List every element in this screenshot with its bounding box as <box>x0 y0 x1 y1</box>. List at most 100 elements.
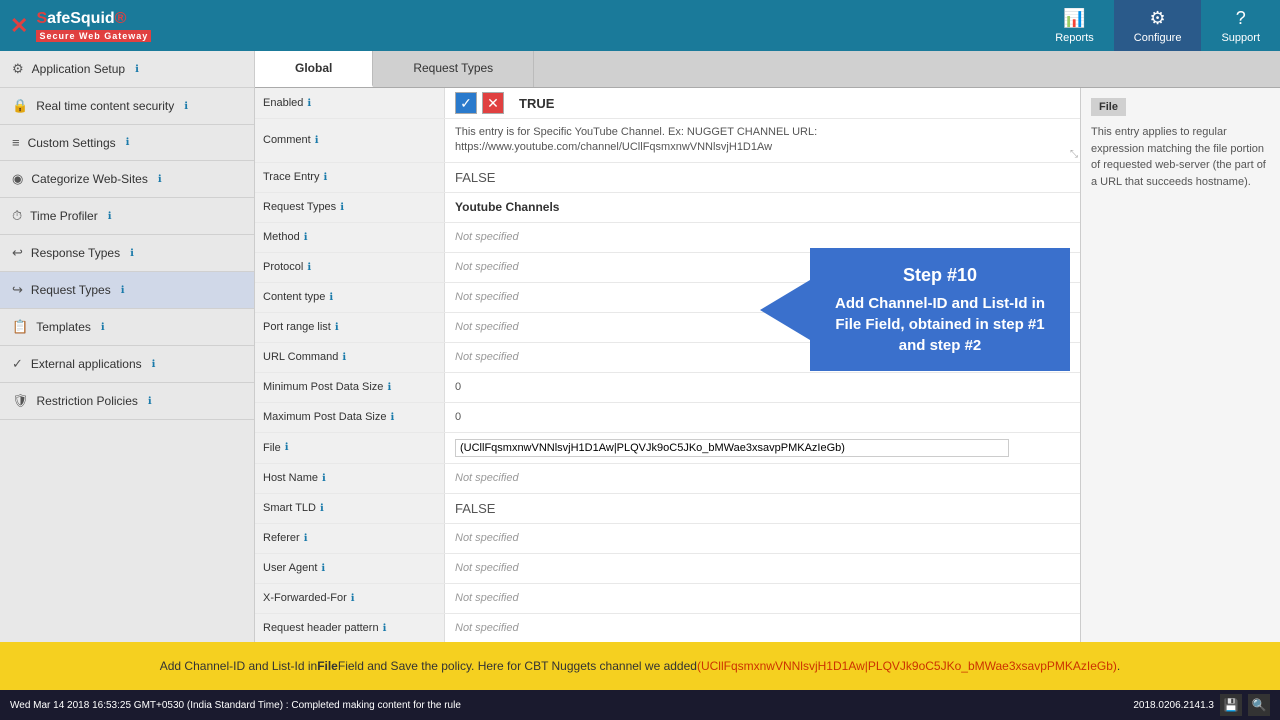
sidebar-item-custom-settings[interactable]: ≡ Custom Settings ℹ <box>0 125 254 161</box>
form-row-trace: Trace Entry ℹ FALSE <box>255 163 1080 193</box>
sidebar-label-external-apps: External applications <box>31 357 142 371</box>
tab-request-types[interactable]: Request Types <box>373 51 534 87</box>
sidebar-item-application-setup[interactable]: ⚙ Application Setup ℹ <box>0 51 254 88</box>
x-forwarded-help-icon: ℹ <box>351 593 355 604</box>
form-row-referer: Referer ℹ Not specified <box>255 524 1080 554</box>
sidebar: ⚙ Application Setup ℹ 🔒 Real time conten… <box>0 51 255 642</box>
sidebar-label-time-profiler: Time Profiler <box>30 209 98 223</box>
sidebar-help-restriction: ℹ <box>148 396 152 407</box>
sidebar-item-restriction-policies[interactable]: 🛡 Restriction Policies ℹ <box>0 383 254 420</box>
nav-support[interactable]: ? Support <box>1201 0 1280 51</box>
banner-bold-word: File <box>317 657 338 675</box>
sidebar-item-real-time-content[interactable]: 🔒 Real time content security ℹ <box>0 88 254 125</box>
request-types-form-label: Request Types ℹ <box>255 193 445 222</box>
reports-icon: 📊 <box>1063 8 1085 29</box>
status-search-btn[interactable]: 🔍 <box>1248 694 1270 716</box>
sidebar-help-time-profiler: ℹ <box>108 211 112 222</box>
categorize-icon: ◉ <box>12 171 23 187</box>
resize-handle: ⤡ <box>1070 149 1078 160</box>
application-setup-icon: ⚙ <box>12 61 24 77</box>
referer-label: Referer ℹ <box>255 524 445 553</box>
min-post-help-icon: ℹ <box>387 382 391 393</box>
logo-subtitle: Secure Web Gateway <box>36 30 151 42</box>
tabs-bar: Global Request Types <box>255 51 1280 88</box>
file-value-container <box>445 433 1080 463</box>
hostname-label: Host Name ℹ <box>255 464 445 493</box>
user-agent-value: Not specified <box>445 554 1080 583</box>
method-help-icon: ℹ <box>304 232 308 243</box>
callout-step: Step #10 <box>830 263 1050 288</box>
logo: ✕ SafeSquid® Secure Web Gateway <box>0 0 161 51</box>
sidebar-help-real-time: ℹ <box>184 101 188 112</box>
request-types-help-icon: ℹ <box>340 202 344 213</box>
external-apps-icon: ✓ <box>12 356 23 372</box>
content-area: Global Request Types Enabled ℹ ✓ ✕ T <box>255 51 1280 642</box>
sidebar-label-restriction: Restriction Policies <box>37 394 138 408</box>
sidebar-item-response-types[interactable]: ↩ Response Types ℹ <box>0 235 254 272</box>
sidebar-help-response-types: ℹ <box>130 248 134 259</box>
trace-label: Trace Entry ℹ <box>255 163 445 192</box>
method-label: Method ℹ <box>255 223 445 252</box>
max-post-label: Maximum Post Data Size ℹ <box>255 403 445 432</box>
enabled-cross-btn[interactable]: ✕ <box>482 92 504 114</box>
tab-global[interactable]: Global <box>255 51 373 87</box>
x-forwarded-value: Not specified <box>445 584 1080 613</box>
comment-label: Comment ℹ <box>255 119 445 162</box>
status-bar: Wed Mar 14 2018 16:53:25 GMT+0530 (India… <box>0 690 1280 720</box>
status-save-btn[interactable]: 💾 <box>1220 694 1242 716</box>
file-help-icon: ℹ <box>285 442 289 453</box>
comment-value: This entry is for Specific YouTube Chann… <box>455 125 1070 156</box>
right-panel-description: This entry applies to regular expression… <box>1091 124 1270 190</box>
sidebar-item-request-types[interactable]: ↪ Request Types ℹ <box>0 272 254 309</box>
banner-text-before: Add Channel-ID and List-Id in <box>160 657 317 675</box>
logo-icon: ✕ <box>10 13 28 39</box>
logo-name: SafeSquid® <box>36 10 151 28</box>
sidebar-item-templates[interactable]: 📋 Templates ℹ <box>0 309 254 346</box>
sidebar-help-application-setup: ℹ <box>135 64 139 75</box>
callout-wrapper: Step #10 Add Channel-ID and List-Id in F… <box>810 248 1070 371</box>
callout-arrow <box>760 280 810 340</box>
tab-global-label: Global <box>295 61 332 75</box>
support-icon: ? <box>1236 8 1246 29</box>
nav-reports[interactable]: 📊 Reports <box>1035 0 1114 51</box>
enabled-value: TRUE <box>519 96 1070 111</box>
referer-value: Not specified <box>445 524 1080 553</box>
file-label: File ℹ <box>255 433 445 463</box>
sidebar-label-application-setup: Application Setup <box>32 62 125 76</box>
enabled-check-btn[interactable]: ✓ <box>455 92 477 114</box>
templates-icon: 📋 <box>12 319 28 335</box>
user-agent-label: User Agent ℹ <box>255 554 445 583</box>
callout-box: Step #10 Add Channel-ID and List-Id in F… <box>810 248 1070 371</box>
url-command-label: URL Command ℹ <box>255 343 445 372</box>
form-row-x-forwarded: X-Forwarded-For ℹ Not specified <box>255 584 1080 614</box>
nav-configure-label: Configure <box>1134 32 1182 44</box>
sidebar-help-request-types: ℹ <box>121 285 125 296</box>
sidebar-label-response-types: Response Types <box>31 246 120 260</box>
trace-value: FALSE <box>445 163 1080 192</box>
file-input[interactable] <box>455 439 1009 457</box>
status-text: Wed Mar 14 2018 16:53:25 GMT+0530 (India… <box>10 700 461 711</box>
nav-reports-label: Reports <box>1055 32 1094 44</box>
file-badge-container: File <box>1091 98 1270 116</box>
sidebar-item-external-applications[interactable]: ✓ External applications ℹ <box>0 346 254 383</box>
smart-tld-help-icon: ℹ <box>320 503 324 514</box>
form-row-file: File ℹ <box>255 433 1080 464</box>
form-row-smart-tld: Smart TLD ℹ FALSE <box>255 494 1080 524</box>
time-profiler-icon: ⏱ <box>12 208 22 224</box>
sidebar-help-categorize: ℹ <box>158 174 162 185</box>
logo-text: SafeSquid® Secure Web Gateway <box>36 10 151 42</box>
form-row-max-post: Maximum Post Data Size ℹ 0 <box>255 403 1080 433</box>
sidebar-item-time-profiler[interactable]: ⏱ Time Profiler ℹ <box>0 198 254 235</box>
trace-help-icon: ℹ <box>323 172 327 183</box>
custom-settings-icon: ≡ <box>12 135 20 150</box>
nav-configure[interactable]: ⚙ Configure <box>1114 0 1202 51</box>
request-types-value: Youtube Channels <box>445 193 1080 222</box>
real-time-icon: 🔒 <box>12 98 28 114</box>
max-post-help-icon: ℹ <box>390 412 394 423</box>
restriction-icon: 🛡 <box>12 393 29 409</box>
protocol-help-icon: ℹ <box>307 262 311 273</box>
min-post-value: 0 <box>445 373 1080 402</box>
url-command-help-icon: ℹ <box>342 352 346 363</box>
sidebar-item-categorize-web-sites[interactable]: ◉ Categorize Web-Sites ℹ <box>0 161 254 198</box>
form-row-comment: Comment ℹ This entry is for Specific You… <box>255 119 1080 163</box>
